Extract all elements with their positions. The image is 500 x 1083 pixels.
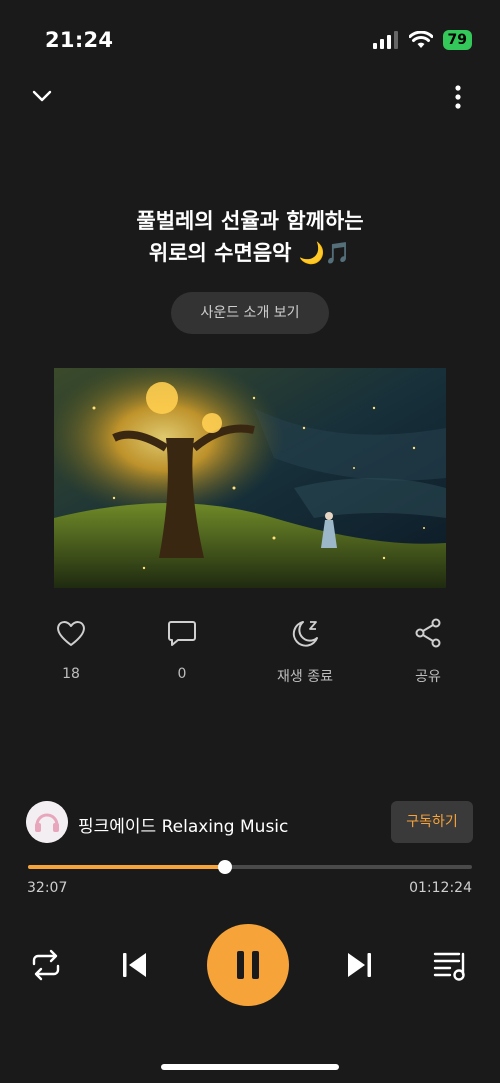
previous-icon[interactable] <box>120 948 150 982</box>
like-count: 18 <box>62 666 80 682</box>
comment-count: 0 <box>177 666 187 682</box>
home-indicator[interactable] <box>161 1064 339 1070</box>
status-time: 21:24 <box>45 28 114 52</box>
current-time: 32:07 <box>27 880 68 896</box>
progress-knob[interactable] <box>217 860 232 874</box>
moon-sleep-icon <box>292 621 318 647</box>
sleep-timer-label: 재생 종료 <box>277 669 333 685</box>
like-action[interactable]: 18 <box>26 618 116 682</box>
playlist-icon[interactable] <box>432 948 470 982</box>
heart-icon <box>57 621 85 646</box>
duration-time: 01:12:24 <box>409 880 472 896</box>
track-title-line1: 풀벌레의 선율과 함께하는 <box>136 209 364 233</box>
repeat-icon[interactable] <box>30 948 62 982</box>
comment-action[interactable]: 0 <box>137 618 227 682</box>
pause-icon <box>237 951 259 979</box>
album-artwork <box>54 368 446 588</box>
sleep-timer-action[interactable]: 재생 종료 <box>260 618 350 686</box>
track-title-line2: 위로의 수면음악 🌙🎵 <box>148 241 352 265</box>
pause-button[interactable] <box>207 924 289 1006</box>
wifi-icon <box>408 31 433 48</box>
channel-avatar[interactable] <box>26 801 68 843</box>
signal-icon <box>372 31 398 49</box>
more-vertical-icon[interactable] <box>446 84 470 110</box>
comment-icon <box>168 621 196 646</box>
progress-fill <box>28 865 225 869</box>
status-icons: 79 <box>372 30 472 50</box>
share-label: 공유 <box>415 669 441 685</box>
sound-intro-button[interactable]: 사운드 소개 보기 <box>171 292 329 334</box>
track-title: 풀벌레의 선율과 함께하는 위로의 수면음악 🌙🎵 <box>0 205 500 269</box>
share-action[interactable]: 공유 <box>383 618 473 686</box>
battery-indicator: 79 <box>442 30 472 50</box>
chevron-down-icon[interactable] <box>30 84 54 108</box>
subscribe-button[interactable]: 구독하기 <box>391 801 473 843</box>
next-icon[interactable] <box>344 948 374 982</box>
share-icon <box>415 618 441 648</box>
channel-name[interactable]: 핑크에이드 Relaxing Music <box>78 812 288 837</box>
